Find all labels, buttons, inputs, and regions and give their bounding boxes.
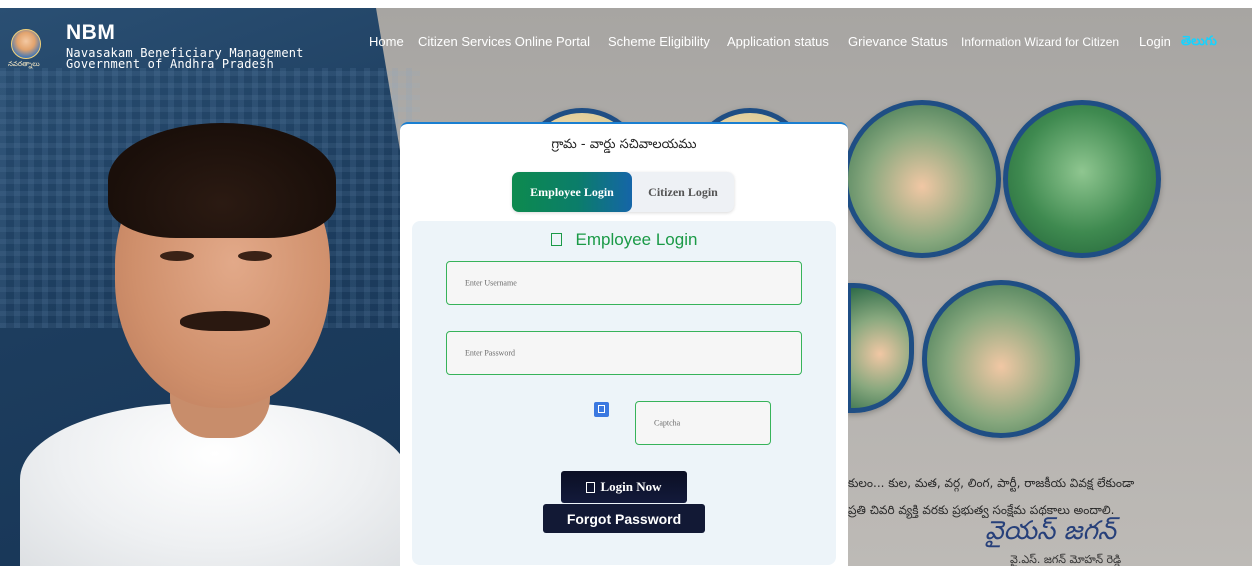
nav-telugu[interactable]: తెలుగు — [1181, 34, 1217, 52]
nav-application-status[interactable]: Application status — [727, 34, 829, 49]
nav-information-wizard[interactable]: Information Wizard for Citizen — [961, 35, 1119, 49]
user-icon — [550, 233, 562, 246]
login-now-button[interactable]: Login Now — [561, 471, 687, 503]
nav-home[interactable]: Home — [369, 34, 404, 49]
signature-name: వై.ఎస్. జగన్ మోహన్ రెడ్డి — [1010, 553, 1122, 566]
navaratnalu-logo[interactable] — [11, 29, 41, 59]
sign-in-icon — [586, 481, 596, 493]
tab-citizen-login[interactable]: Citizen Login — [632, 172, 734, 212]
captcha-icon-glyph — [598, 405, 605, 413]
brand-subtitle: Navasakam Beneficiary Management Governm… — [66, 47, 304, 71]
portrait-mustache — [180, 311, 270, 331]
logo-caption: నవరత్నాలు — [8, 60, 40, 68]
portrait-eye-left — [160, 251, 194, 261]
captcha-field[interactable]: Captcha — [635, 401, 771, 445]
employee-login-panel: Employee Login Enter Username Enter Pass… — [412, 221, 836, 565]
portrait-hair — [108, 123, 336, 238]
nav-grievance-status[interactable]: Grievance Status — [848, 34, 948, 49]
signature: వైయస్ జగన్ — [985, 516, 1116, 546]
scheme-circle-3 — [843, 100, 1001, 258]
tab-employee-login[interactable]: Employee Login — [512, 172, 632, 212]
panel-title-text: Employee Login — [575, 230, 698, 249]
scheme-circle-4 — [1003, 100, 1161, 258]
password-placeholder: Enter Password — [465, 348, 515, 358]
login-now-label: Login Now — [600, 479, 662, 494]
brand-title: NBM — [66, 21, 116, 44]
site-header: నవరత్నాలు NBM Navasakam Beneficiary Mana… — [0, 8, 1252, 80]
scheme-circle-6 — [922, 280, 1080, 438]
nav-login[interactable]: Login — [1139, 34, 1171, 49]
card-header: గ్రామ - వార్డు సచివాలయము — [551, 137, 697, 152]
forgot-password-button[interactable]: Forgot Password — [543, 504, 705, 533]
username-placeholder: Enter Username — [465, 278, 517, 288]
refresh-icon[interactable] — [594, 402, 609, 417]
login-tabs: Employee Login Citizen Login — [512, 172, 734, 212]
leader-portrait — [20, 103, 410, 566]
login-card: గ్రామ - వార్డు సచివాలయము Employee Login … — [400, 122, 848, 568]
username-field[interactable]: Enter Username — [446, 261, 802, 305]
captcha-placeholder: Captcha — [654, 418, 681, 428]
portrait-eye-right — [238, 251, 272, 261]
nav-scheme-eligibility[interactable]: Scheme Eligibility — [608, 34, 710, 49]
nav-citizen-services[interactable]: Citizen Services Online Portal — [418, 34, 590, 49]
quote-line-1: కులం... కుల, మత, వర్గ, లింగ, పార్టీ, రాజ… — [848, 476, 1135, 490]
password-field[interactable]: Enter Password — [446, 331, 802, 375]
panel-title: Employee Login — [412, 230, 836, 250]
brand-subtitle-line-2: Government of Andhra Pradesh — [66, 57, 274, 71]
